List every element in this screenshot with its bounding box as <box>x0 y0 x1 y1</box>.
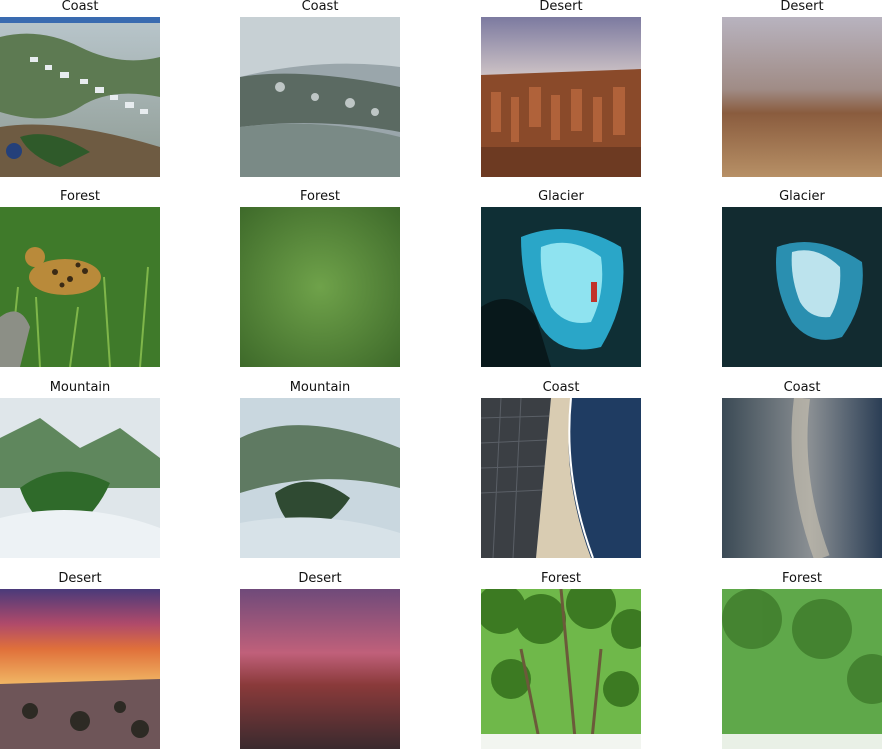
forest-generated-image-2 <box>722 589 882 749</box>
image-title: Coast <box>542 380 580 395</box>
desert-generated-image-2 <box>240 589 400 749</box>
forest-canopy-photo <box>481 589 641 749</box>
image-title: Desert <box>780 0 824 14</box>
image-title: Forest <box>300 189 340 204</box>
image-title: Coast <box>783 380 821 395</box>
coast-flood-photo <box>0 17 160 177</box>
mountain-mist-photo <box>0 398 160 558</box>
image-title: Forest <box>541 571 581 586</box>
image-title: Desert <box>298 571 342 586</box>
image-title: Glacier <box>538 189 584 204</box>
desert-canyon-photo <box>481 17 641 177</box>
image-title: Mountain <box>49 380 111 395</box>
image-title: Desert <box>539 0 583 14</box>
image-title: Forest <box>60 189 100 204</box>
glacier-ice-cave-photo <box>481 207 641 367</box>
mountain-generated-image <box>240 398 400 558</box>
forest-jaguar-photo <box>0 207 160 367</box>
image-title: Mountain <box>289 380 351 395</box>
forest-generated-image <box>240 207 400 367</box>
image-title: Coast <box>301 0 339 14</box>
image-title: Coast <box>61 0 99 14</box>
coast-generated-image <box>240 17 400 177</box>
desert-generated-image <box>722 17 882 177</box>
desert-sunset-photo <box>0 589 160 749</box>
image-title: Forest <box>782 571 822 586</box>
coast-generated-image-2 <box>722 398 882 558</box>
image-title: Glacier <box>779 189 825 204</box>
glacier-generated-image <box>722 207 882 367</box>
image-title: Desert <box>58 571 102 586</box>
coast-beach-aerial-photo <box>481 398 641 558</box>
